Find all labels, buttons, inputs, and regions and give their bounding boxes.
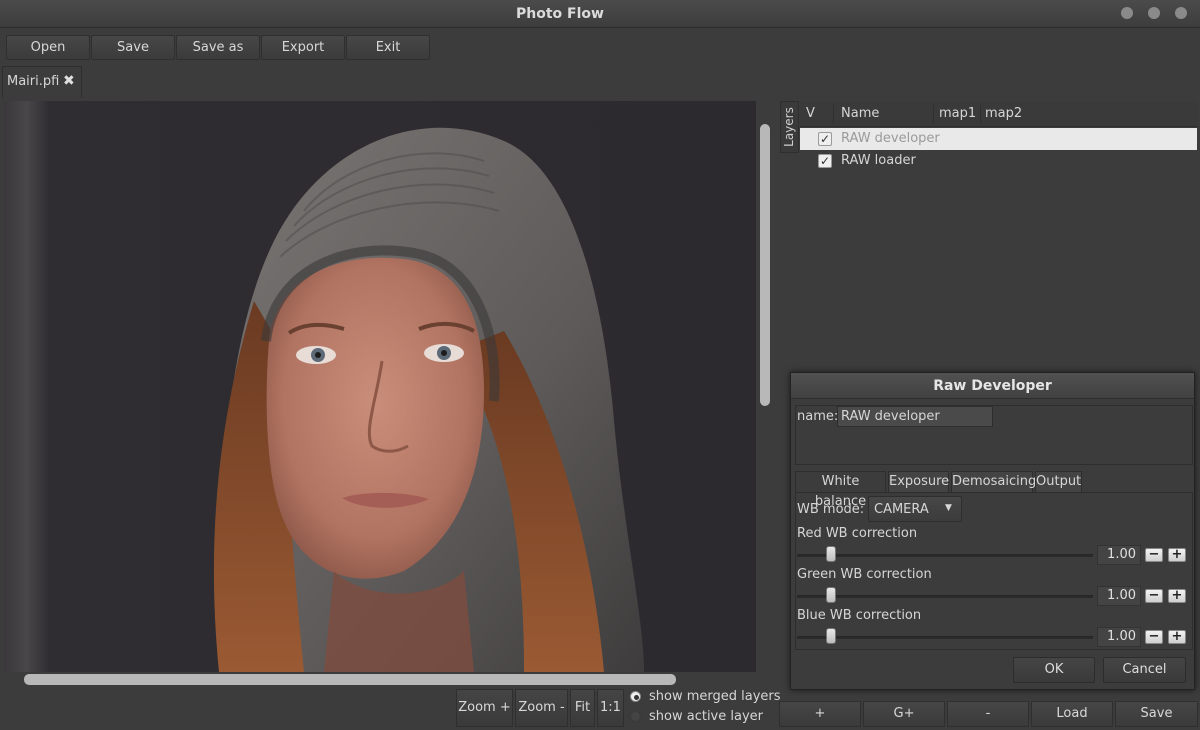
tab-white-balance[interactable]: White balance [795,471,886,509]
zoom-fit-button[interactable]: Fit [570,689,595,727]
open-button[interactable]: Open [6,35,90,60]
raw-developer-dialog: Raw Developer name: RAW developer White … [790,372,1195,690]
layers-header: V Name map1 map2 [800,101,1198,127]
column-divider [933,105,934,123]
column-name[interactable]: Name [841,106,879,121]
column-divider [833,105,834,123]
dialog-title: Raw Developer [791,373,1194,399]
blue-wb-decrement-button[interactable]: − [1145,630,1163,644]
tab-exposure[interactable]: Exposure [888,471,949,492]
show-active-label: show active layer [649,709,763,724]
save-as-button[interactable]: Save as [176,35,260,60]
layer-visible-checkbox[interactable]: ✓ [818,154,832,168]
horizontal-scrollbar[interactable] [24,674,676,685]
green-wb-value[interactable]: 1.00 [1097,586,1141,606]
red-wb-increment-button[interactable]: + [1168,548,1186,562]
ok-button[interactable]: OK [1013,657,1095,683]
green-wb-increment-button[interactable]: + [1168,589,1186,603]
show-merged-radio[interactable] [630,691,641,702]
window-title: Photo Flow [516,6,604,22]
add-group-button[interactable]: G+ [863,701,945,727]
blue-wb-value[interactable]: 1.00 [1097,627,1141,647]
layer-row[interactable]: ✓ RAW developer [800,128,1197,150]
title-bar: Photo Flow [0,0,1200,28]
load-preset-button[interactable]: Load [1031,701,1113,727]
wb-mode-label: WB mode: [797,502,865,517]
remove-layer-button[interactable]: - [947,701,1029,727]
save-button[interactable]: Save [91,35,175,60]
tab-document-label: Mairi.pfi [7,74,60,89]
red-wb-label: Red WB correction [797,526,918,541]
tab-demosaicing[interactable]: Demosaicing [951,471,1036,492]
show-merged-label: show merged layers [649,689,781,704]
window-minimize-button[interactable] [1121,7,1133,19]
layers-tab-label: Layers [782,107,796,147]
tab-document[interactable]: Mairi.pfi ✖ [2,66,82,98]
column-map2[interactable]: map2 [985,106,1022,121]
green-wb-decrement-button[interactable]: − [1145,589,1163,603]
column-visible[interactable]: V [806,106,815,121]
layer-name-input[interactable]: RAW developer [837,406,993,427]
wb-mode-value: CAMERA [874,502,929,517]
zoom-in-button[interactable]: Zoom + [456,689,513,727]
green-wb-slider[interactable] [797,595,1093,598]
window-maximize-button[interactable] [1148,7,1160,19]
red-wb-decrement-button[interactable]: − [1145,548,1163,562]
layers-side-tab[interactable]: Layers [780,101,799,153]
zoom-1-1-button[interactable]: 1:1 [597,689,624,727]
layer-visible-checkbox[interactable]: ✓ [818,132,832,146]
close-tab-icon[interactable]: ✖ [63,73,75,89]
red-wb-slider-handle[interactable] [826,546,836,562]
blue-wb-slider[interactable] [797,636,1093,639]
window-close-button[interactable] [1175,7,1187,19]
cancel-button[interactable]: Cancel [1103,657,1186,683]
column-map1[interactable]: map1 [939,106,976,121]
blue-wb-label: Blue WB correction [797,608,922,623]
save-preset-button[interactable]: Save [1115,701,1198,727]
green-wb-label: Green WB correction [797,567,932,582]
red-wb-slider[interactable] [797,554,1093,557]
portrait-photo [4,101,756,672]
vertical-scrollbar[interactable] [760,124,770,406]
layer-name: RAW loader [841,153,916,168]
wb-mode-select[interactable]: CAMERA ▼ [868,496,962,522]
green-wb-slider-handle[interactable] [826,587,836,603]
name-frame: name: RAW developer [795,405,1193,465]
column-divider [980,105,981,123]
export-button[interactable]: Export [261,35,345,60]
radio-dot [634,695,639,700]
blue-wb-increment-button[interactable]: + [1168,630,1186,644]
red-wb-value[interactable]: 1.00 [1097,545,1141,565]
white-balance-panel: WB mode: CAMERA ▼ Red WB correction 1.00… [795,492,1193,650]
exit-button[interactable]: Exit [346,35,430,60]
image-viewer[interactable] [4,101,756,672]
zoom-out-button[interactable]: Zoom - [515,689,568,727]
layer-row[interactable]: ✓ RAW loader [800,150,1197,172]
chevron-down-icon: ▼ [945,503,952,513]
show-active-radio[interactable] [630,711,641,722]
tab-output[interactable]: Output [1035,471,1082,492]
add-layer-button[interactable]: + [779,701,861,727]
blue-wb-slider-handle[interactable] [826,628,836,644]
name-label: name: [797,409,839,424]
layer-name: RAW developer [841,131,940,146]
